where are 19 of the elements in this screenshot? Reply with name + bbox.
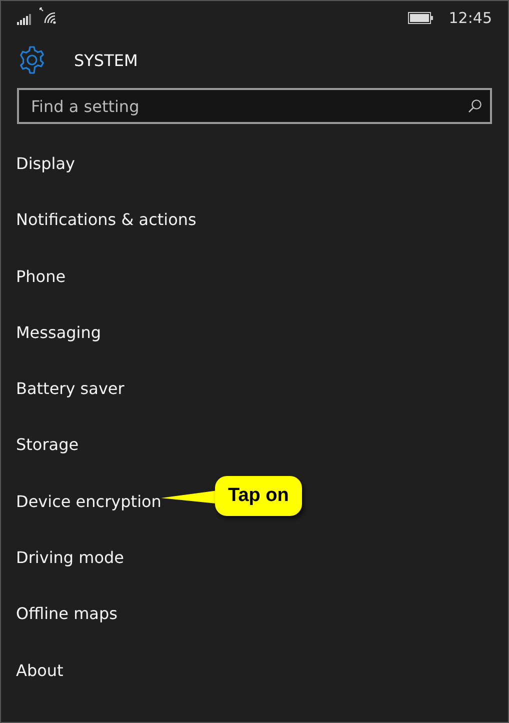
settings-item[interactable]: Phone: [16, 266, 66, 288]
settings-item[interactable]: Display: [16, 153, 75, 175]
settings-item[interactable]: Messaging: [16, 322, 102, 344]
signal-icon: [17, 14, 31, 24]
settings-item[interactable]: Driving mode: [16, 547, 124, 570]
settings-item[interactable]: About: [16, 660, 64, 682]
callout-bubble: Tap on: [215, 476, 302, 516]
clock-time: 12:45: [448, 9, 492, 27]
settings-item[interactable]: Storage: [16, 434, 79, 456]
settings-item[interactable]: Offline maps: [16, 603, 118, 626]
page-title: SYSTEM: [74, 50, 138, 70]
search-field[interactable]: Find a setting: [17, 88, 492, 124]
battery-icon: [408, 12, 433, 24]
settings-item[interactable]: Notifications & actions: [16, 209, 196, 232]
settings-item[interactable]: Battery saver: [16, 378, 124, 400]
wifi-icon: [39, 7, 58, 25]
settings-item[interactable]: Device encryption: [16, 490, 162, 513]
settings-icon: [17, 45, 47, 75]
search-icon: [468, 99, 482, 113]
